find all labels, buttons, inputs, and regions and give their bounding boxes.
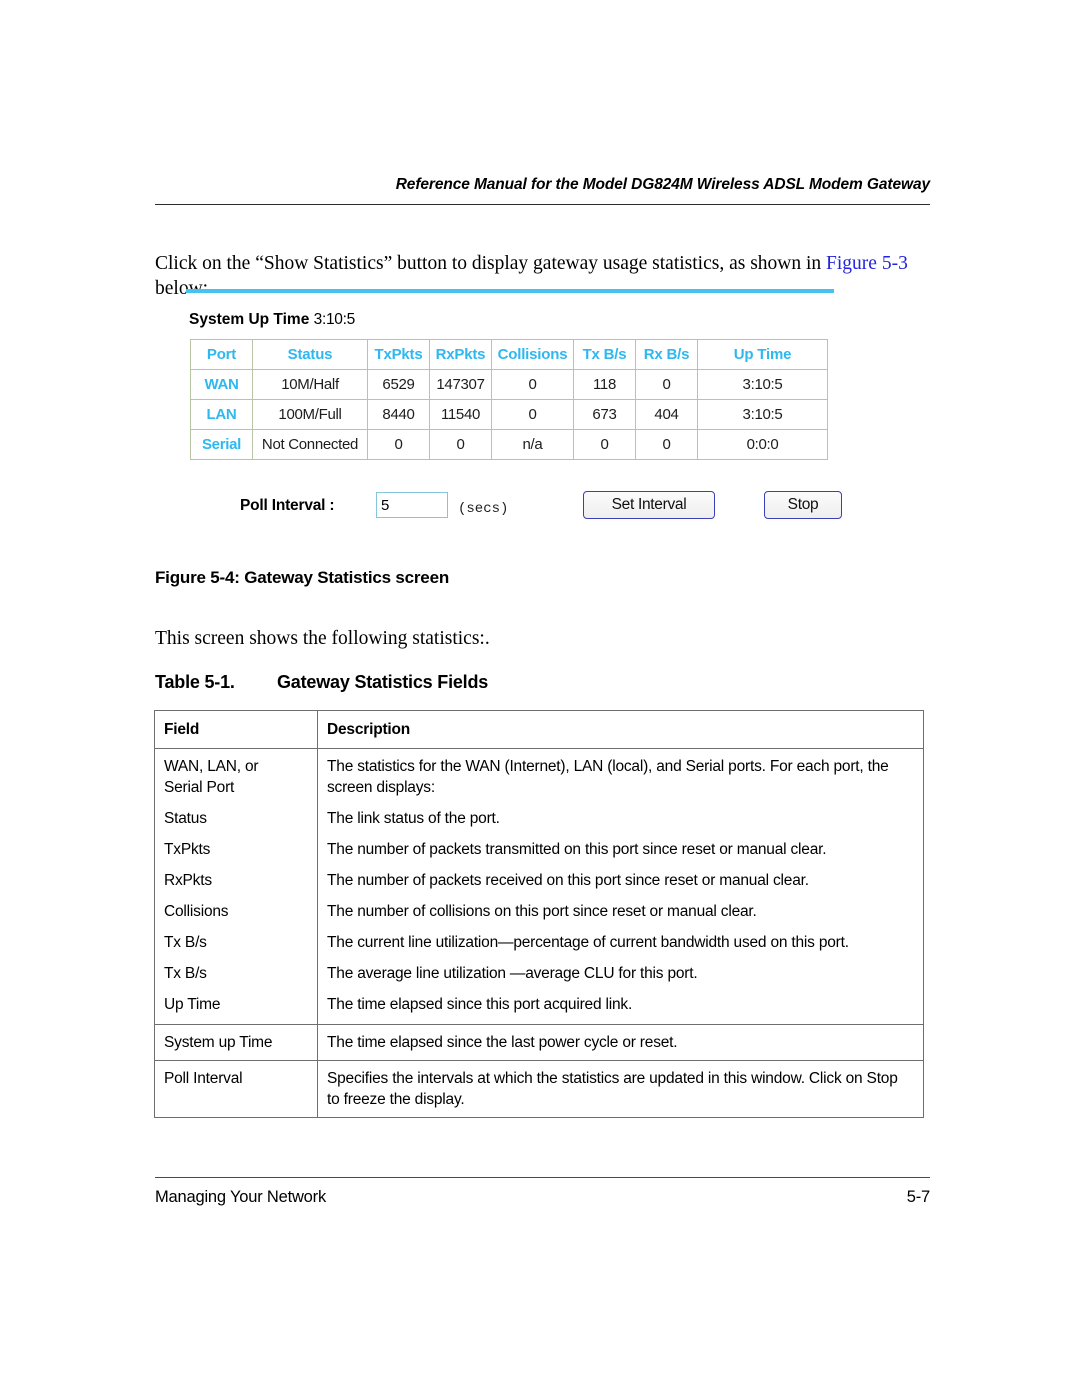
fields-header-row: Field Description [154, 710, 924, 749]
stats-cell-port: WAN [190, 369, 253, 400]
stats-cell-port: Serial [190, 429, 253, 460]
stats-cell-status: 100M/Full [252, 399, 368, 430]
poll-interval-label: Poll Interval : [240, 497, 335, 514]
accent-rule [186, 289, 834, 293]
field-name-line1: WAN, LAN, or [164, 758, 259, 775]
stats-cell-status: 10M/Half [252, 369, 368, 400]
stats-cell-uptime: 3:10:5 [697, 369, 828, 400]
field-description: The average line utilization —average CL… [317, 958, 924, 989]
stats-cell-rxpkts: 147307 [429, 369, 492, 400]
stats-col-rxpkts: RxPkts [429, 339, 492, 370]
stats-cell-port: LAN [190, 399, 253, 430]
table-row: Poll Interval Specifies the intervals at… [154, 1060, 924, 1118]
stats-cell-txpkts: 6529 [367, 369, 430, 400]
table-row: Tx B/s The current line utilization—perc… [154, 927, 924, 958]
stats-col-status: Status [252, 339, 368, 370]
gateway-statistics-fields-table: Field Description WAN, LAN, or Serial Por… [154, 710, 924, 1118]
stats-cell-collisions: 0 [491, 369, 574, 400]
field-name-rxpkts: RxPkts [154, 865, 318, 896]
stats-cell-txbs: 673 [573, 399, 636, 430]
stats-cell-rxbs: 404 [635, 399, 698, 430]
figure-cross-reference-link[interactable]: Figure 5-3 [826, 253, 908, 274]
intro-text-before: Click on the “Show Statistics” button to… [155, 252, 827, 274]
stats-cell-txpkts: 8440 [367, 399, 430, 430]
stats-col-rxbs: Rx B/s [635, 339, 698, 370]
poll-interval-input[interactable] [376, 492, 448, 518]
stats-col-uptime: Up Time [697, 339, 828, 370]
running-header-title: Reference Manual for the Model DG824M Wi… [395, 176, 930, 193]
table-row: Collisions The number of collisions on t… [154, 896, 924, 927]
table-row: WAN 10M/Half 6529 147307 0 118 0 3:10:5 [190, 369, 828, 400]
document-page: Reference Manual for the Model DG824M Wi… [0, 0, 1080, 1397]
stats-cell-collisions: n/a [491, 429, 574, 460]
field-description: The time elapsed since the last power cy… [317, 1024, 924, 1061]
field-name-system-up-time: System up Time [154, 1024, 318, 1061]
stats-cell-status: Not Connected [252, 429, 368, 460]
stats-header-row: Port Status TxPkts RxPkts Collisions Tx … [190, 339, 828, 370]
field-description: The number of packets received on this p… [317, 865, 924, 896]
field-name-collisions: Collisions [154, 896, 318, 927]
stats-col-port: Port [190, 339, 253, 370]
lead-in-sentence: This screen shows the following statisti… [155, 628, 490, 649]
stats-cell-rxpkts: 0 [429, 429, 492, 460]
stop-button[interactable]: Stop [764, 491, 842, 519]
table-row: LAN 100M/Full 8440 11540 0 673 404 3:10:… [190, 399, 828, 430]
poll-interval-controls: Poll Interval : (secs) Set Interval Stop [186, 489, 842, 529]
table-title: Table 5-1. Gateway Statistics Fields [155, 672, 488, 693]
table-row: Serial Not Connected 0 0 n/a 0 0 0:0:0 [190, 429, 828, 460]
stats-cell-txpkts: 0 [367, 429, 430, 460]
stats-cell-collisions: 0 [491, 399, 574, 430]
field-description: The statistics for the WAN (Internet), L… [317, 748, 924, 803]
field-name-line2: Serial Port [164, 779, 235, 796]
poll-interval-units: (secs) [458, 501, 509, 517]
field-name-uptime: Up Time [154, 989, 318, 1025]
stats-cell-txbs: 118 [573, 369, 636, 400]
field-name-poll-interval: Poll Interval [154, 1060, 318, 1118]
field-name-txpkts: TxPkts [154, 834, 318, 865]
stats-col-txpkts: TxPkts [367, 339, 430, 370]
stats-cell-rxbs: 0 [635, 429, 698, 460]
fields-col-description: Description [317, 710, 924, 749]
table-row: Up Time The time elapsed since this port… [154, 989, 924, 1025]
field-description: The time elapsed since this port acquire… [317, 989, 924, 1025]
field-name-ports: WAN, LAN, or Serial Port [154, 748, 318, 803]
footer-divider [155, 1177, 930, 1178]
table-row: Tx B/s The average line utilization —ave… [154, 958, 924, 989]
fields-col-field: Field [154, 710, 318, 749]
table-row: WAN, LAN, or Serial Port The statistics f… [154, 748, 924, 803]
field-description: Specifies the intervals at which the sta… [317, 1060, 924, 1118]
field-description: The current line utilization—percentage … [317, 927, 924, 958]
table-row: System up Time The time elapsed since th… [154, 1024, 924, 1061]
system-up-time-value: 3:10:5 [313, 311, 356, 328]
figure-caption: Figure 5-4: Gateway Statistics screen [155, 568, 450, 587]
stats-cell-uptime: 0:0:0 [697, 429, 828, 460]
gateway-statistics-screenshot: System Up Time 3:10:5 Port Status TxPkts… [186, 289, 842, 534]
table-number: Table 5-1. [155, 672, 235, 692]
stats-col-collisions: Collisions [491, 339, 574, 370]
header-divider [155, 204, 930, 205]
footer-page-number: 5-7 [906, 1188, 930, 1206]
field-name-txbs-current: Tx B/s [154, 927, 318, 958]
field-name-txbs-average: Tx B/s [154, 958, 318, 989]
table-row: RxPkts The number of packets received on… [154, 865, 924, 896]
table-row: TxPkts The number of packets transmitted… [154, 834, 924, 865]
system-up-time: System Up Time 3:10:5 [189, 311, 355, 329]
stats-col-txbs: Tx B/s [573, 339, 636, 370]
stats-cell-rxbs: 0 [635, 369, 698, 400]
field-description: The number of collisions on this port si… [317, 896, 924, 927]
stats-cell-rxpkts: 11540 [429, 399, 492, 430]
field-description: The number of packets transmitted on thi… [317, 834, 924, 865]
stats-cell-txbs: 0 [573, 429, 636, 460]
gateway-statistics-table: Port Status TxPkts RxPkts Collisions Tx … [190, 339, 828, 460]
system-up-time-label: System Up Time [189, 311, 310, 328]
stats-cell-uptime: 3:10:5 [697, 399, 828, 430]
field-description: The link status of the port. [317, 803, 924, 834]
table-name: Gateway Statistics Fields [277, 672, 489, 692]
table-row: Status The link status of the port. [154, 803, 924, 834]
set-interval-button[interactable]: Set Interval [583, 491, 715, 519]
field-name-status: Status [154, 803, 318, 834]
